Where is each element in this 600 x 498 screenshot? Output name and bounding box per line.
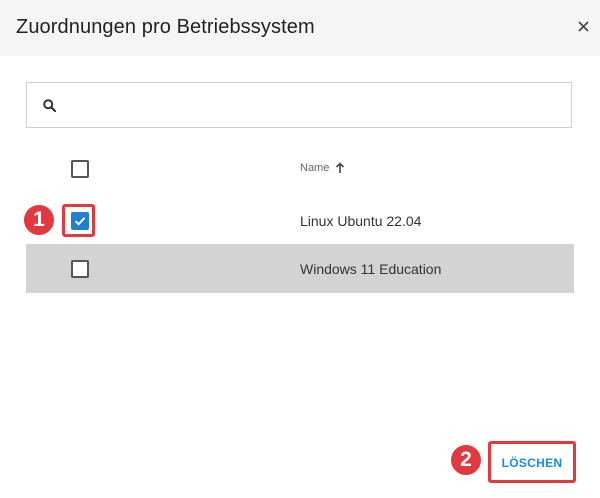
column-label-name: Name bbox=[300, 162, 330, 174]
annotation-highlight-checkbox bbox=[62, 204, 95, 237]
column-header-name[interactable]: Name bbox=[300, 162, 345, 174]
delete-button[interactable]: LÖSCHEN bbox=[493, 446, 571, 480]
search-icon bbox=[43, 99, 56, 112]
close-button[interactable] bbox=[574, 17, 592, 35]
table-row[interactable]: Linux Ubuntu 22.04 bbox=[26, 196, 574, 245]
table-header: Name bbox=[26, 144, 574, 192]
dialog-title: Zuordnungen pro Betriebssystem bbox=[16, 16, 315, 38]
close-icon bbox=[577, 20, 589, 32]
search-input[interactable] bbox=[69, 91, 563, 121]
table-row[interactable]: Windows 11 Education bbox=[26, 244, 574, 293]
arrow-up-icon bbox=[336, 162, 345, 173]
row-name: Windows 11 Education bbox=[300, 261, 442, 277]
select-all-checkbox[interactable] bbox=[71, 160, 89, 178]
dialog-header: Zuordnungen pro Betriebssystem bbox=[0, 0, 600, 56]
row-checkbox[interactable] bbox=[71, 260, 89, 278]
annotation-badge-2: 2 bbox=[449, 443, 483, 477]
search-box[interactable] bbox=[26, 82, 572, 128]
row-name: Linux Ubuntu 22.04 bbox=[300, 213, 422, 229]
annotation-badge-1: 1 bbox=[22, 203, 56, 237]
